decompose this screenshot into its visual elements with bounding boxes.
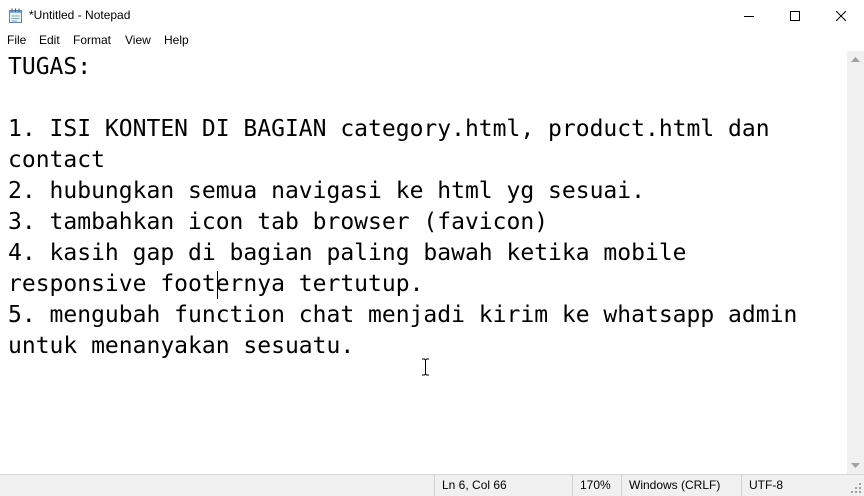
document-line-4: contact bbox=[8, 147, 105, 173]
title-bar[interactable]: *Untitled - Notepad bbox=[0, 0, 864, 31]
window-title: *Untitled - Notepad bbox=[29, 8, 131, 22]
maximize-button[interactable] bbox=[772, 0, 818, 31]
document-line-3: 1. ISI KONTEN DI BAGIAN category.html, p… bbox=[8, 116, 770, 142]
document-line-9: 5. mengubah function chat menjadi kirim … bbox=[8, 302, 798, 328]
chevron-down-icon bbox=[851, 462, 860, 468]
minimize-button[interactable] bbox=[726, 0, 772, 31]
text-cursor-icon bbox=[422, 358, 429, 376]
scroll-up-button[interactable] bbox=[847, 51, 864, 68]
minimize-icon bbox=[744, 15, 754, 17]
status-bar: Ln 6, Col 66 170% Windows (CRLF) UTF-8 bbox=[0, 474, 864, 496]
menu-view[interactable]: View bbox=[125, 33, 151, 47]
vertical-scrollbar[interactable] bbox=[847, 51, 864, 474]
chevron-up-icon bbox=[851, 56, 860, 62]
resize-grip-icon[interactable] bbox=[850, 482, 862, 494]
close-icon bbox=[836, 10, 846, 21]
document-line-7: 4. kasih gap di bagian paling bawah keti… bbox=[8, 240, 687, 266]
text-editor-area[interactable]: TUGAS: 1. ISI KONTEN DI BAGIAN category.… bbox=[0, 51, 847, 474]
menu-file[interactable]: File bbox=[7, 33, 26, 47]
status-line-ending: Windows (CRLF) bbox=[621, 475, 741, 496]
document-line-10: untuk menanyakan sesuatu. bbox=[8, 333, 355, 359]
status-position: Ln 6, Col 66 bbox=[434, 475, 572, 496]
document-line-6: 3. tambahkan icon tab browser (favicon) bbox=[8, 209, 549, 235]
menu-format[interactable]: Format bbox=[73, 33, 111, 47]
status-zoom: 170% bbox=[572, 475, 621, 496]
scroll-down-button[interactable] bbox=[847, 457, 864, 474]
notepad-icon bbox=[9, 8, 22, 23]
menu-bar: File Edit Format View Help bbox=[0, 31, 864, 51]
document-line-1: TUGAS: bbox=[8, 54, 92, 80]
status-encoding: UTF-8 bbox=[741, 475, 848, 496]
document-line-5: 2. hubungkan semua navigasi ke html yg s… bbox=[8, 178, 645, 204]
close-button[interactable] bbox=[818, 0, 864, 31]
document-line-8: responsive footernya tertutup. bbox=[8, 271, 424, 297]
text-caret bbox=[217, 271, 218, 299]
menu-help[interactable]: Help bbox=[164, 33, 189, 47]
menu-edit[interactable]: Edit bbox=[39, 33, 60, 47]
maximize-icon bbox=[790, 10, 800, 21]
